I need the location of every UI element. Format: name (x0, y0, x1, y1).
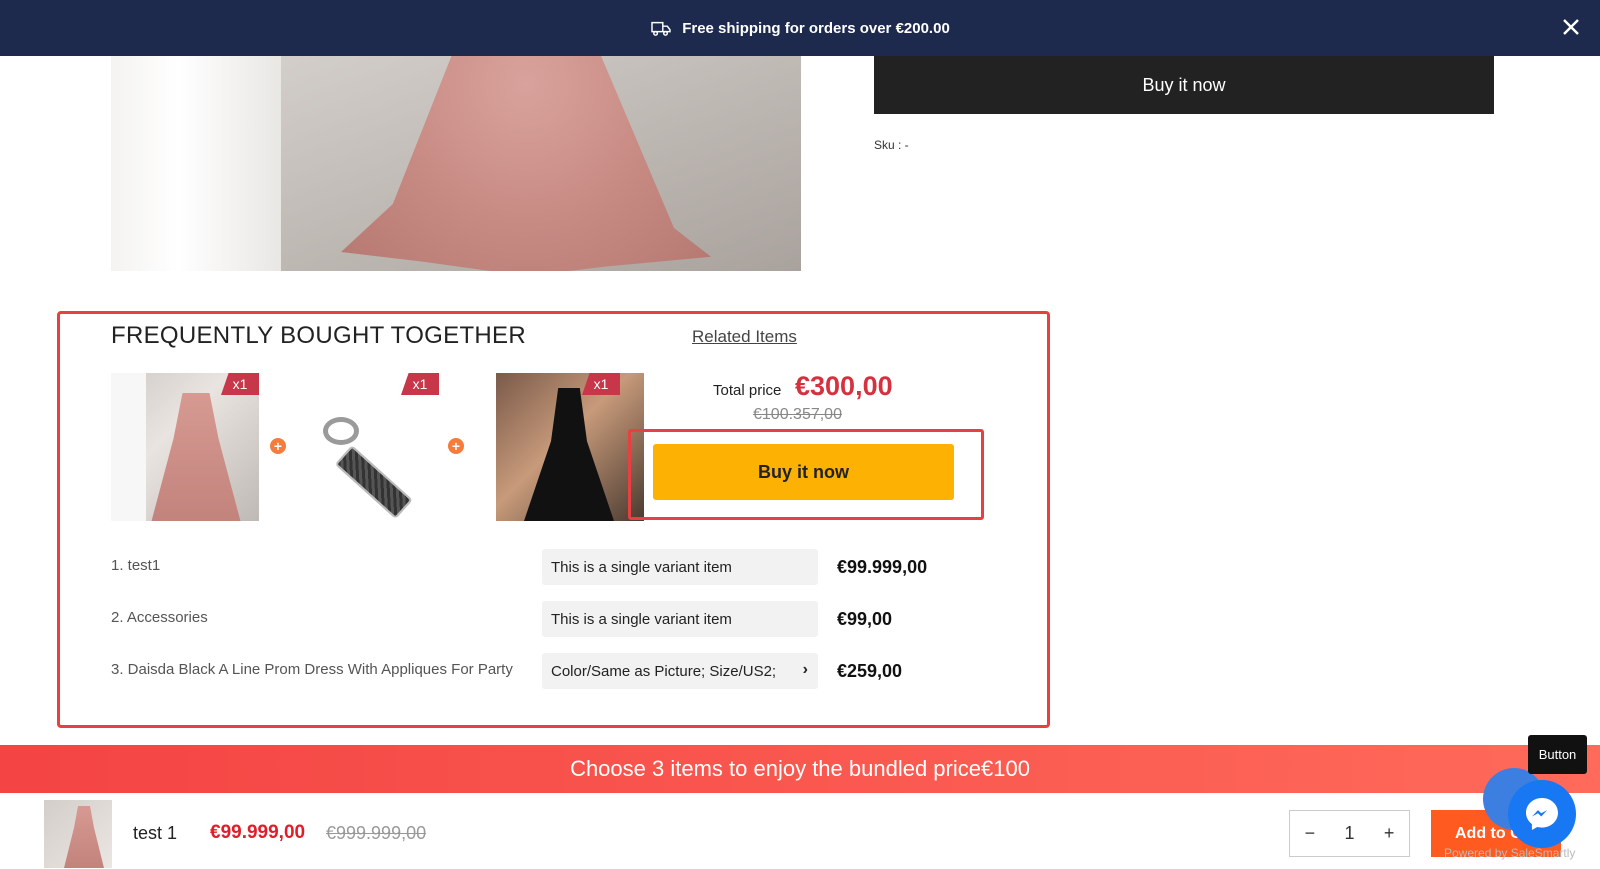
dress-image (151, 393, 241, 521)
variant-label: Color/Same as Picture; Size/US2; (551, 662, 777, 680)
mirror-frame (111, 56, 281, 271)
dress-image (64, 806, 104, 868)
announcement-bar: Free shipping for orders over €200.00 (0, 0, 1600, 56)
fbt-product-image-2[interactable] (297, 373, 445, 521)
sticky-price: €99.999,00 (210, 822, 306, 843)
fbt-item-name: 1. test1 (111, 557, 161, 574)
mirror-frame (111, 373, 146, 521)
qty-minus-button[interactable]: − (1290, 823, 1330, 844)
announcement-text: Free shipping for orders over €200.00 (682, 19, 950, 37)
fbt-product-image-1[interactable] (111, 373, 259, 521)
messenger-icon[interactable] (1508, 780, 1576, 848)
variant-label: This is a single variant item (551, 558, 732, 576)
fbt-item-name: 2. Accessories (111, 609, 208, 626)
old-total-price: €100.357,00 (753, 406, 842, 423)
fbt-product-image-3[interactable] (496, 373, 644, 521)
button-tooltip: Button (1528, 735, 1587, 774)
variant-label: This is a single variant item (551, 610, 732, 628)
fbt-item-price: €99.999,00 (837, 557, 928, 577)
fbt-buy-now-button[interactable]: Buy it now (653, 444, 954, 500)
fbt-item-price: €259,00 (837, 661, 903, 681)
fbt-title: FREQUENTLY BOUGHT TOGETHER (111, 322, 526, 349)
total-price-label: Total price (713, 382, 782, 399)
chevron-right-icon: › (802, 661, 808, 678)
sticky-old-price: €999.999,00 (326, 823, 427, 843)
plus-icon: + (270, 438, 286, 454)
close-icon[interactable] (1560, 16, 1582, 38)
sku-label: Sku : - (874, 138, 909, 152)
qty-input[interactable]: 1 (1330, 823, 1370, 844)
messenger-logo-icon (1526, 798, 1558, 830)
total-price-value: €300,00 (795, 371, 893, 401)
variant-select[interactable]: This is a single variant item (542, 601, 818, 637)
product-thumbnail (44, 800, 112, 868)
fbt-item-price: €99,00 (837, 609, 893, 629)
sticky-product-name: test 1 (133, 823, 178, 843)
variant-select[interactable]: Color/Same as Picture; Size/US2; › (542, 653, 818, 689)
dress-image (341, 56, 711, 271)
dress-image (524, 388, 614, 521)
truck-icon (651, 21, 671, 36)
plus-icon: + (448, 438, 464, 454)
related-items-link[interactable]: Related Items (692, 327, 797, 347)
qty-plus-button[interactable]: + (1369, 823, 1409, 844)
keyring-image (323, 417, 359, 445)
product-main-image (111, 56, 801, 271)
fbt-item-name: 3. Daisda Black A Line Prom Dress With A… (111, 661, 513, 678)
variant-select[interactable]: This is a single variant item (542, 549, 818, 585)
powered-by-label: Powered by SaleSmartly (1444, 846, 1576, 860)
bundle-banner: Choose 3 items to enjoy the bundled pric… (0, 745, 1600, 793)
quantity-stepper: − 1 + (1289, 810, 1410, 857)
buy-now-button[interactable]: Buy it now (874, 56, 1494, 114)
keyfob-image (334, 445, 413, 520)
